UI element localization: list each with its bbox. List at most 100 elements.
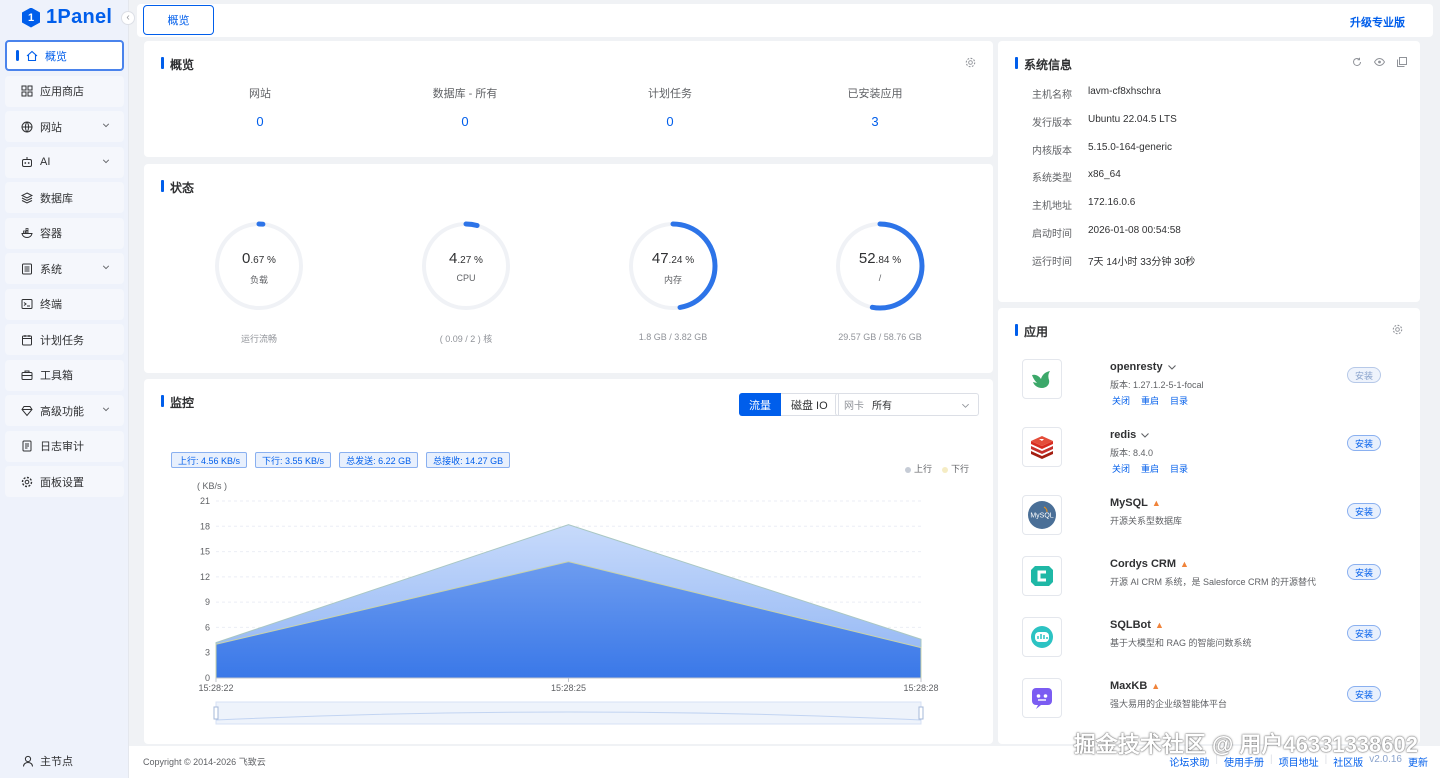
logo-text: 1Panel xyxy=(46,6,113,28)
status-title: 状态 xyxy=(161,179,194,196)
top-bar: 概览 升级专业版 xyxy=(137,4,1433,37)
status-gauge: 52.84 % / 29.57 GB / 58.76 GB xyxy=(830,216,930,342)
eye-icon[interactable] xyxy=(1374,57,1385,67)
app-dir-link[interactable]: 目录 xyxy=(1170,394,1188,407)
app-item[interactable]: SQLBot ▲ 基于大模型和 RAG 的智能问数系统 安装 xyxy=(1022,617,1402,661)
seg-disk-io-button[interactable]: 磁盘 IO xyxy=(781,393,839,416)
app-icon xyxy=(1022,556,1062,596)
sidebar-item[interactable]: 网站 xyxy=(5,111,124,142)
status-gauge: 0.67 % 负载运行流畅 xyxy=(209,216,309,345)
x-tick-label: 15:28:22 xyxy=(198,683,233,693)
install-button[interactable]: 安装 xyxy=(1347,686,1381,702)
gauge-sub: 运行流畅 xyxy=(240,334,277,344)
app-description: 强大易用的企业级智能体平台 xyxy=(1110,699,1228,709)
gauge-sub: ( 0.09 / 2 ) 核 xyxy=(439,334,493,344)
monitor-type-switch: 流量 磁盘 IO xyxy=(739,393,839,416)
zoom-handle-left[interactable] xyxy=(213,706,219,720)
gauge-label: 内存 xyxy=(663,275,682,285)
app-dir-link[interactable]: 目录 xyxy=(1170,462,1188,475)
sysinfo-key: 系统类型 xyxy=(1032,173,1072,185)
sidebar-item[interactable]: 应用商店 xyxy=(5,75,124,107)
overview-websites[interactable]: 网站 0 xyxy=(180,85,340,129)
sidebar-item[interactable]: 数据库 xyxy=(5,182,124,213)
chevron-down-icon[interactable] xyxy=(1140,430,1150,440)
chevron-down-icon xyxy=(102,158,110,163)
install-button[interactable]: 安装 xyxy=(1347,564,1381,580)
chevron-down-icon xyxy=(102,407,110,412)
overview-databases[interactable]: 数据库 - 所有 0 xyxy=(385,85,545,129)
sysinfo-row: 内核版本 5.15.0-164-generic xyxy=(1032,142,1172,157)
app-icon: MySQL xyxy=(1022,495,1062,535)
app-restart-link[interactable]: 重启 xyxy=(1141,394,1159,407)
monitor-card: 监控 流量 磁盘 IO 网卡 所有 上行: 4.56 KB/s 下行: 3.55… xyxy=(144,379,993,744)
collapse-sidebar-button[interactable]: ‹ xyxy=(121,11,135,25)
sidebar-item-label: 计划任务 xyxy=(40,334,84,347)
install-button[interactable]: 安装 xyxy=(1347,503,1381,519)
y-tick-label: 9 xyxy=(205,597,210,607)
copy-icon[interactable] xyxy=(1397,57,1407,67)
apps-card: 应用 openresty 版本: 1.27.1.2-5-1-focal 关闭 重启 目录… xyxy=(998,308,1420,744)
status-gauge: 4.27 % CPU ( 0.09 / 2 ) 核 xyxy=(416,216,516,345)
gauge-value: 0.67 % xyxy=(242,250,276,267)
mysql-logo-icon: MySQL xyxy=(1028,501,1056,529)
legend-download[interactable]: 下行 xyxy=(941,462,969,475)
logo[interactable]: 1 1Panel xyxy=(22,6,112,29)
sidebar-item[interactable]: 高级功能 xyxy=(5,395,124,426)
chevron-down-icon xyxy=(102,123,110,128)
nic-value: 所有 xyxy=(872,401,892,412)
app-item[interactable]: MySQL MySQL ▲ 开源关系型数据库 安装 xyxy=(1022,495,1402,539)
app-icon xyxy=(1022,359,1062,399)
nic-select[interactable]: 网卡 所有 xyxy=(835,393,979,416)
hot-icon: ▲ xyxy=(1180,559,1189,569)
sidebar-item[interactable]: 终端 xyxy=(5,288,124,320)
hot-icon: ▲ xyxy=(1151,498,1161,508)
sidebar: 1 1Panel ‹ 概览应用商店网站 AI 数据库容器系统终端计划任务工具箱高级功… xyxy=(0,0,135,778)
sidebar-item[interactable]: 系统 xyxy=(5,253,124,284)
x-tick-label: 15:28:28 xyxy=(903,683,938,693)
sidebar-item[interactable]: 计划任务 xyxy=(5,324,124,355)
chevron-down-icon xyxy=(962,403,969,408)
container-icon xyxy=(21,228,33,239)
install-button[interactable]: 安装 xyxy=(1347,435,1381,451)
seg-traffic-button[interactable]: 流量 xyxy=(739,393,781,416)
app-item[interactable]: redis 版本: 8.4.0 关闭 重启 目录 安装 xyxy=(1022,427,1402,474)
zoom-slider[interactable] xyxy=(215,701,922,725)
app-stop-link[interactable]: 关闭 xyxy=(1112,394,1130,407)
sysinfo-value: 5.15.0-164-generic xyxy=(1088,141,1172,153)
zoom-handle-right[interactable] xyxy=(918,706,924,720)
tag-download-rate: 下行: 3.55 KB/s xyxy=(255,452,332,468)
app-icon xyxy=(1022,427,1062,467)
upgrade-pro-link[interactable]: 升级专业版 xyxy=(1350,14,1405,30)
overview-cronjobs[interactable]: 计划任务 0 xyxy=(590,85,750,129)
app-item[interactable]: openresty 版本: 1.27.1.2-5-1-focal 关闭 重启 目录 安装 xyxy=(1022,359,1402,406)
sidebar-item-label: 应用商店 xyxy=(40,86,84,98)
status-card: 状态 0.67 % 负载 运行流畅 4.27 % CPU ( 0.09 / 2 ) 核 47… xyxy=(144,164,993,373)
y-axis-label: ( KB/s ) xyxy=(197,481,227,491)
sidebar-item[interactable]: 容器 xyxy=(5,217,124,249)
sidebar-item-label: 高级功能 xyxy=(40,405,84,418)
sidebar-item[interactable]: 概览 xyxy=(5,40,124,71)
sidebar-item[interactable]: 面板设置 xyxy=(5,466,124,497)
chevron-down-icon[interactable] xyxy=(1167,362,1177,372)
sidebar-item[interactable]: AI xyxy=(5,146,124,178)
tab-overview[interactable]: 概览 xyxy=(143,5,214,35)
gear-icon[interactable] xyxy=(965,57,976,68)
app-description: 开源关系型数据库 xyxy=(1110,516,1183,526)
node-selector[interactable]: 主节点 xyxy=(22,753,73,769)
install-button[interactable]: 安装 xyxy=(1347,625,1381,641)
legend-upload[interactable]: 上行 xyxy=(904,462,932,475)
app-description: 版本: 1.27.1.2-5-1-focal xyxy=(1110,380,1204,390)
app-item[interactable]: MaxKB ▲ 强大易用的企业级智能体平台 安装 xyxy=(1022,678,1402,722)
gear-icon[interactable] xyxy=(1392,324,1403,335)
install-button[interactable]: 安装 xyxy=(1347,367,1381,383)
gauge-label: 负载 xyxy=(249,275,268,285)
app-item[interactable]: Cordys CRM ▲ 开源 AI CRM 系统，是 Salesforce CRM… xyxy=(1022,556,1402,600)
app-stop-link[interactable]: 关闭 xyxy=(1112,462,1130,475)
sidebar-item[interactable]: 日志审计 xyxy=(5,430,124,462)
sidebar-item[interactable]: 工具箱 xyxy=(5,359,124,391)
app-restart-link[interactable]: 重启 xyxy=(1141,462,1159,475)
refresh-icon[interactable] xyxy=(1352,57,1362,67)
app-actions: 关闭 重启 目录 xyxy=(1112,394,1188,407)
legend-upload-swatch xyxy=(904,466,911,473)
overview-installed-apps[interactable]: 已安装应用 3 xyxy=(795,85,955,129)
